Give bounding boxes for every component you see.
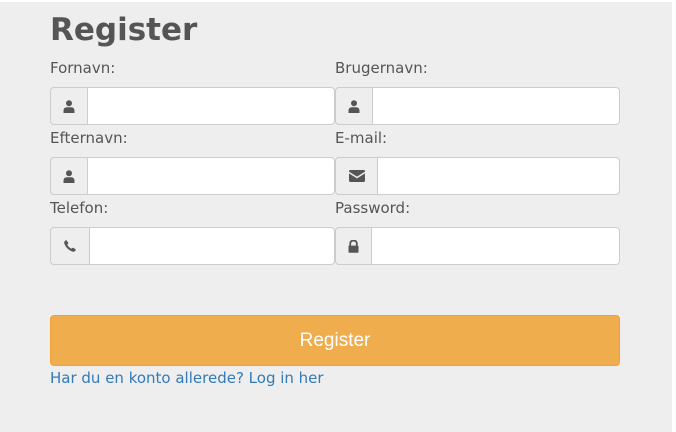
page-title: Register [50,12,198,48]
user-icon [50,87,87,125]
login-link[interactable]: Har du en konto allerede? Log in her [50,369,324,387]
user-icon [50,157,87,195]
password-label: Password: [335,199,411,217]
email-group [335,157,620,195]
first-name-label: Fornavn: [50,59,116,77]
phone-input[interactable] [89,227,335,265]
top-edge [0,0,676,2]
right-edge [672,0,676,432]
last-name-label: Efternavn: [50,129,128,147]
email-label: E-mail: [335,129,388,147]
first-name-group [50,87,335,125]
username-input[interactable] [372,87,620,125]
username-label: Brugernavn: [335,59,428,77]
phone-icon [50,227,89,265]
last-name-group [50,157,335,195]
password-group [335,227,620,265]
phone-label: Telefon: [50,199,109,217]
last-name-input[interactable] [87,157,335,195]
lock-icon [335,227,371,265]
envelope-icon [335,157,377,195]
register-button[interactable]: Register [50,315,620,366]
user-icon [335,87,372,125]
username-group [335,87,620,125]
email-input[interactable] [377,157,620,195]
phone-group [50,227,335,265]
password-input[interactable] [371,227,620,265]
first-name-input[interactable] [87,87,335,125]
